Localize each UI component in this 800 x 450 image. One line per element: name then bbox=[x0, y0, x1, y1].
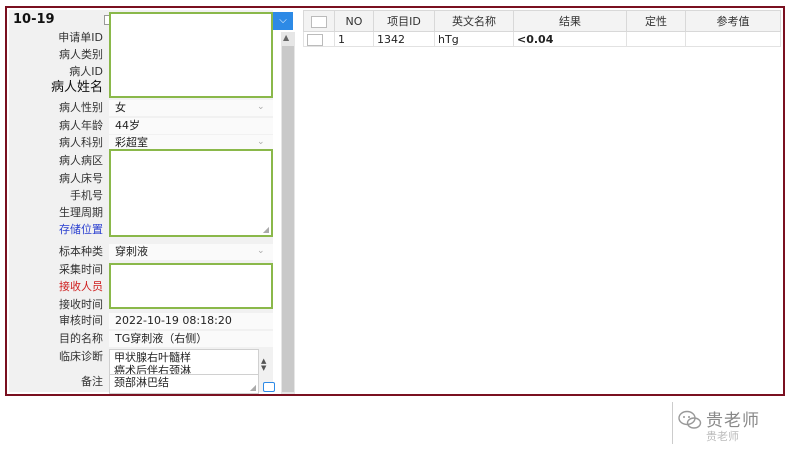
purpose-label: 目的名称 bbox=[59, 332, 103, 345]
diagnosis-label: 临床诊断 bbox=[59, 350, 103, 363]
column-header-qualitative[interactable]: 定性 bbox=[626, 10, 686, 32]
collect-receive-textarea[interactable] bbox=[109, 263, 273, 309]
review-time-label: 审核时间 bbox=[59, 314, 103, 327]
sample-type-value: 穿刺液 bbox=[115, 245, 148, 258]
table-row[interactable]: 1 1342 hTg <0.04 bbox=[303, 31, 781, 47]
cell-reference bbox=[685, 31, 781, 47]
column-header-english-name[interactable]: 英文名称 bbox=[434, 10, 514, 32]
remark-label: 备注 bbox=[81, 375, 103, 388]
diagnosis-line-1: 甲状腺右叶髓样 bbox=[114, 351, 191, 364]
sample-type-select[interactable]: 穿刺液 ⌄ bbox=[109, 244, 273, 260]
age-field[interactable]: 44岁 bbox=[109, 118, 273, 134]
select-all-header[interactable] bbox=[303, 10, 335, 32]
watermark-subtext: 贵老师 bbox=[706, 430, 739, 443]
patient-info-panel: 10-19 ⌵ 申请单ID 病人类别 病人ID 病人姓名 病人性别 女 ⌄ 病人年… bbox=[9, 10, 295, 394]
select-all-checkbox[interactable] bbox=[311, 15, 327, 28]
chevron-down-icon: ⌵ bbox=[279, 15, 287, 26]
storage-location-link[interactable]: 存储位置 bbox=[59, 222, 103, 238]
gender-value: 女 bbox=[115, 101, 126, 114]
chevron-down-icon: ⌄ bbox=[257, 246, 265, 256]
results-panel: NO 项目ID 英文名称 结果 定性 参考值 1 1342 hTg <0.04 bbox=[303, 10, 781, 392]
age-value: 44岁 bbox=[115, 119, 140, 132]
collect-time-label: 采集时间 bbox=[59, 263, 103, 276]
chevron-down-icon: ⌄ bbox=[257, 137, 265, 147]
watermark-divider bbox=[672, 402, 673, 444]
sample-title: 10-19 bbox=[13, 12, 55, 27]
request-id-label: 申请单ID bbox=[58, 31, 103, 44]
results-table: NO 项目ID 英文名称 结果 定性 参考值 1 1342 hTg <0.04 bbox=[303, 10, 781, 47]
watermark: 贵老师 贵老师 bbox=[672, 400, 790, 446]
row-select-cell[interactable] bbox=[303, 31, 335, 47]
chevron-down-icon: ⌄ bbox=[257, 102, 265, 112]
department-label: 病人科别 bbox=[59, 136, 103, 149]
scrollbar-thumb[interactable] bbox=[282, 46, 294, 392]
period-label: 生理周期 bbox=[59, 206, 103, 219]
bed-label: 病人床号 bbox=[59, 172, 103, 185]
scroll-up-icon[interactable]: ▲ bbox=[283, 33, 289, 42]
cell-english-name: hTg bbox=[434, 31, 514, 47]
age-label: 病人年龄 bbox=[59, 119, 103, 132]
department-value: 彩超室 bbox=[115, 136, 148, 149]
cell-result[interactable]: <0.04 bbox=[513, 31, 627, 47]
sample-type-label: 标本种类 bbox=[59, 245, 103, 258]
patient-info-textarea[interactable] bbox=[109, 12, 273, 98]
purpose-value: TG穿刺液（右侧） bbox=[115, 332, 208, 345]
wechat-icon bbox=[678, 410, 702, 429]
dropdown-toggle-button[interactable]: ⌵ bbox=[273, 12, 293, 30]
ward-label: 病人病区 bbox=[59, 154, 103, 167]
results-header-row: NO 项目ID 英文名称 结果 定性 参考值 bbox=[303, 10, 781, 32]
ward-bed-textarea[interactable]: ◢ bbox=[109, 149, 273, 237]
gender-label: 病人性别 bbox=[59, 101, 103, 114]
column-header-item-id[interactable]: 项目ID bbox=[373, 10, 435, 32]
review-time-value: 2022-10-19 08:18:20 bbox=[115, 314, 232, 327]
cell-item-id: 1342 bbox=[373, 31, 435, 47]
lis-window: 10-19 ⌵ 申请单ID 病人类别 病人ID 病人姓名 病人性别 女 ⌄ 病人年… bbox=[5, 6, 785, 396]
diagnosis-textarea[interactable]: 甲状腺右叶髓样 癌术后伴右颈淋 bbox=[109, 349, 259, 377]
patient-name-label: 病人姓名 bbox=[50, 80, 103, 95]
resize-grip-icon[interactable]: ◢ bbox=[250, 384, 256, 392]
column-header-reference[interactable]: 参考值 bbox=[685, 10, 781, 32]
cell-qualitative bbox=[626, 31, 686, 47]
chevron-down-icon: ▼ bbox=[261, 364, 267, 372]
row-checkbox[interactable] bbox=[307, 33, 323, 46]
remark-value: 颈部淋巴结 bbox=[114, 376, 169, 389]
left-panel-scrollbar[interactable]: ▲ bbox=[281, 32, 295, 394]
column-header-no[interactable]: NO bbox=[334, 10, 374, 32]
column-header-result[interactable]: 结果 bbox=[513, 10, 627, 32]
diagnosis-spinner[interactable]: ▲ ▼ bbox=[261, 358, 271, 372]
resize-grip-icon[interactable]: ◢ bbox=[263, 226, 269, 234]
remark-textarea[interactable]: 颈部淋巴结 ◢ bbox=[109, 374, 259, 394]
purpose-field[interactable]: TG穿刺液（右侧） bbox=[109, 331, 273, 347]
review-time-field[interactable]: 2022-10-19 08:18:20 bbox=[109, 313, 273, 329]
remark-checkbox[interactable] bbox=[263, 382, 275, 392]
phone-label: 手机号 bbox=[70, 189, 103, 202]
gender-select[interactable]: 女 ⌄ bbox=[109, 100, 273, 116]
patient-type-label: 病人类别 bbox=[59, 48, 103, 61]
cell-no: 1 bbox=[334, 31, 374, 47]
patient-id-label: 病人ID bbox=[69, 65, 103, 78]
receiver-label: 接收人员 bbox=[59, 280, 103, 293]
receive-time-label: 接收时间 bbox=[59, 298, 103, 311]
